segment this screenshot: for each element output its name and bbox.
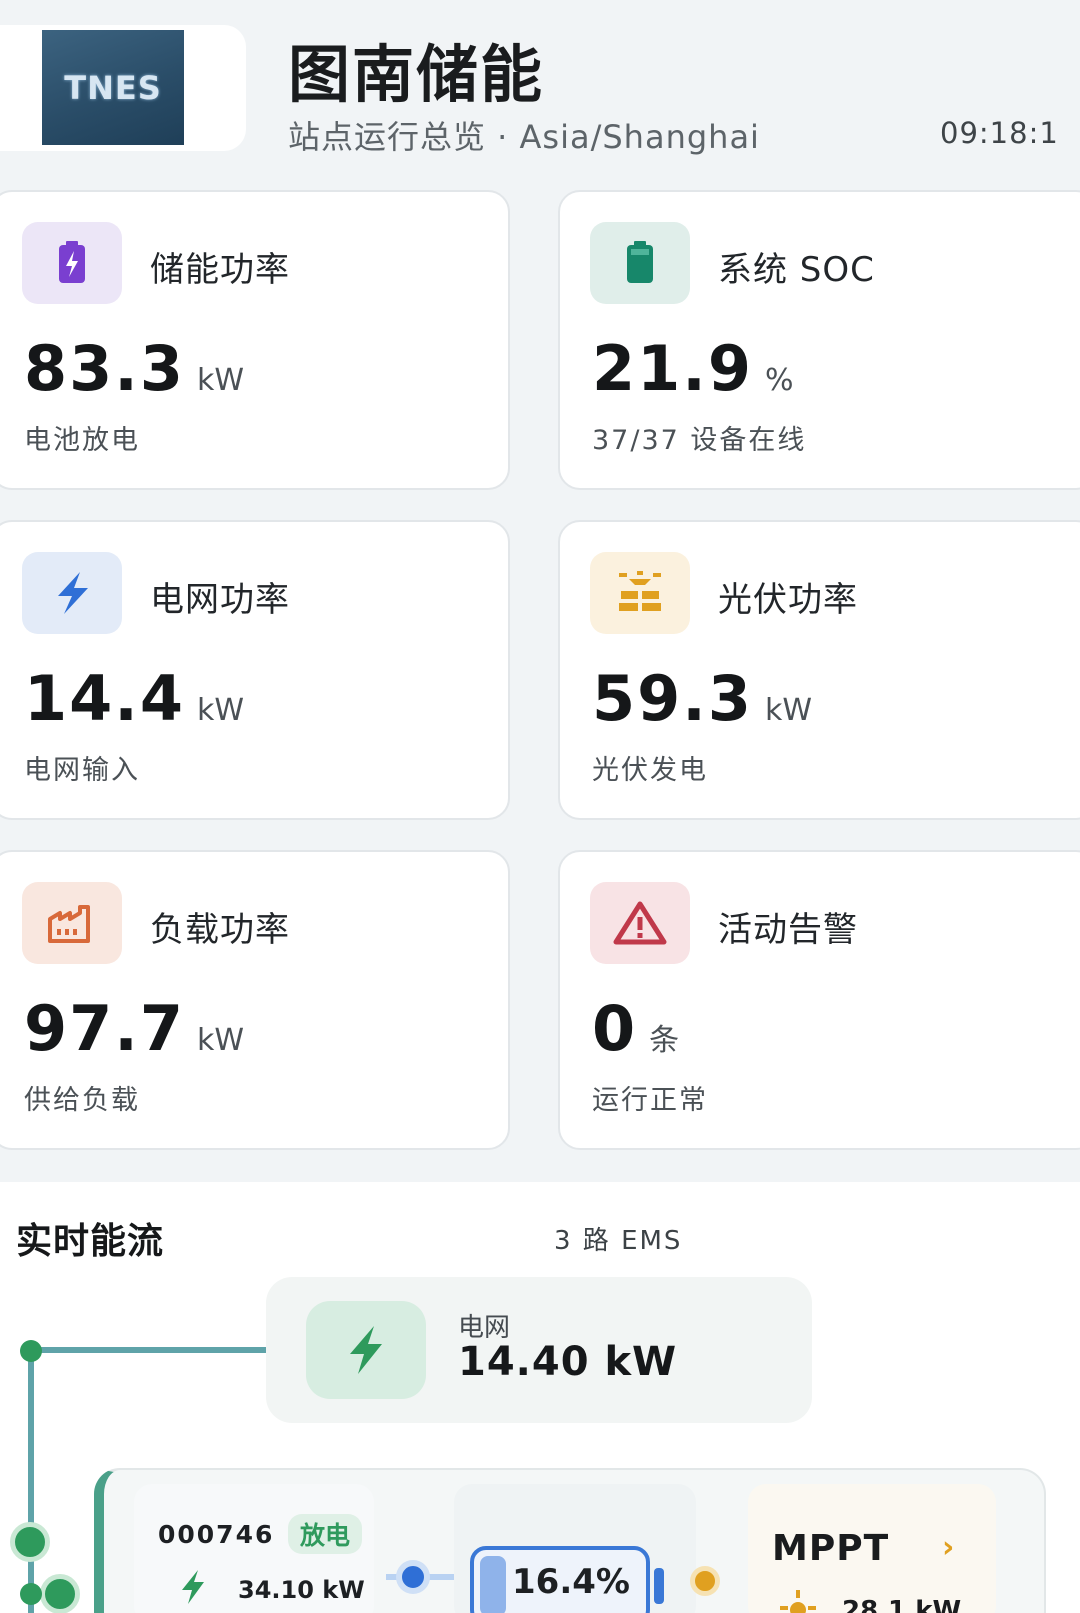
- card-value: 21.9%: [592, 332, 794, 405]
- card-load-power[interactable]: 负载功率 97.7 kW 供给负载: [0, 850, 510, 1150]
- card-title: 系统 SOC: [718, 250, 875, 290]
- flow-line: [28, 1347, 268, 1353]
- warning-icon: [590, 882, 690, 964]
- flow-node: [40, 1574, 80, 1613]
- card-title: 电网功率: [150, 580, 290, 620]
- card-unit: 条: [649, 1023, 680, 1058]
- card-title: 光伏功率: [718, 580, 858, 620]
- card-desc: 电池放电: [24, 425, 140, 456]
- battery-charging-icon: [22, 222, 122, 304]
- card-desc: 电网输入: [24, 755, 140, 786]
- card-title: 活动告警: [718, 910, 858, 950]
- lightning-icon: [22, 552, 122, 634]
- flow-node: [20, 1583, 42, 1605]
- sun-icon: [776, 1588, 820, 1613]
- ems-card[interactable]: 000746 放电 34.10 kW 16.4% MPPT › 28.1 kW: [94, 1468, 1046, 1613]
- card-storage-power[interactable]: 储能功率 83.3 kW 电池放电: [0, 190, 510, 490]
- card-desc: 运行正常: [592, 1085, 708, 1116]
- card-number: 59.3: [592, 662, 753, 735]
- card-value: 83.3 kW: [24, 332, 244, 405]
- card-unit: kW: [196, 363, 245, 398]
- page-subtitle: 站点运行总览 · Asia/Shanghai: [288, 118, 760, 156]
- card-value: 59.3 kW: [592, 662, 812, 735]
- card-unit: kW: [196, 1023, 245, 1058]
- factory-icon: [22, 882, 122, 964]
- clock: 09:18:1: [940, 116, 1059, 150]
- card-number: 83.3: [24, 332, 185, 405]
- card-unit: %: [764, 363, 794, 398]
- energy-flow-section: 实时能流 3 路 EMS 电网 14.40 kW 000746 放电 34.10…: [0, 1182, 1080, 1613]
- flow-node: [690, 1566, 720, 1596]
- card-desc: 37/37 设备在线: [592, 425, 807, 456]
- grid-value: 14.40 kW: [458, 1339, 678, 1385]
- header: TNES 图南储能 站点运行总览 · Asia/Shanghai 09:18:1: [0, 0, 1080, 190]
- chevron-right-icon[interactable]: ›: [942, 1530, 954, 1565]
- flow-line: [28, 1347, 34, 1613]
- logo: TNES: [42, 30, 184, 145]
- card-number: 21.9: [592, 332, 753, 405]
- card-desc: 光伏发电: [592, 755, 708, 786]
- card-number: 97.7: [24, 992, 185, 1065]
- card-desc: 供给负载: [24, 1085, 140, 1116]
- solar-panel-icon: [590, 552, 690, 634]
- ems-count: 3 路 EMS: [554, 1226, 683, 1256]
- mppt-power: 28.1 kW: [842, 1596, 962, 1613]
- card-number: 0: [592, 992, 638, 1065]
- soc-value: 16.4%: [512, 1562, 630, 1602]
- mppt-label: MPPT: [772, 1528, 890, 1569]
- battery-cap: [654, 1568, 664, 1604]
- flow-node: [20, 1340, 42, 1362]
- card-grid-power[interactable]: 电网功率 14.4 kW 电网输入: [0, 520, 510, 820]
- flow-node: [396, 1560, 430, 1594]
- card-title: 负载功率: [150, 910, 290, 950]
- grid-node-card[interactable]: 电网 14.40 kW: [266, 1277, 812, 1423]
- lightning-icon: [306, 1301, 426, 1399]
- flow-node: [10, 1522, 50, 1562]
- card-value: 14.4 kW: [24, 662, 244, 735]
- soc-fill: [480, 1556, 506, 1613]
- section-title: 实时能流: [16, 1221, 165, 1262]
- logo-text: TNES: [64, 68, 162, 107]
- card-unit: kW: [196, 693, 245, 728]
- card-pv-power[interactable]: 光伏功率 59.3 kW 光伏发电: [558, 520, 1080, 820]
- card-system-soc[interactable]: 系统 SOC 21.9% 37/37 设备在线: [558, 190, 1080, 490]
- card-active-alarms[interactable]: 活动告警 0条 运行正常: [558, 850, 1080, 1150]
- card-value: 0条: [592, 992, 679, 1065]
- page-title: 图南储能: [288, 38, 545, 111]
- card-unit: kW: [764, 693, 813, 728]
- lightning-icon: [178, 1568, 208, 1610]
- ems-power: 34.10 kW: [238, 1576, 365, 1604]
- battery-icon: [590, 222, 690, 304]
- card-number: 14.4: [24, 662, 185, 735]
- status-badge: 放电: [288, 1514, 363, 1554]
- ems-id: 000746: [158, 1520, 275, 1549]
- card-value: 97.7 kW: [24, 992, 244, 1065]
- card-title: 储能功率: [150, 250, 290, 290]
